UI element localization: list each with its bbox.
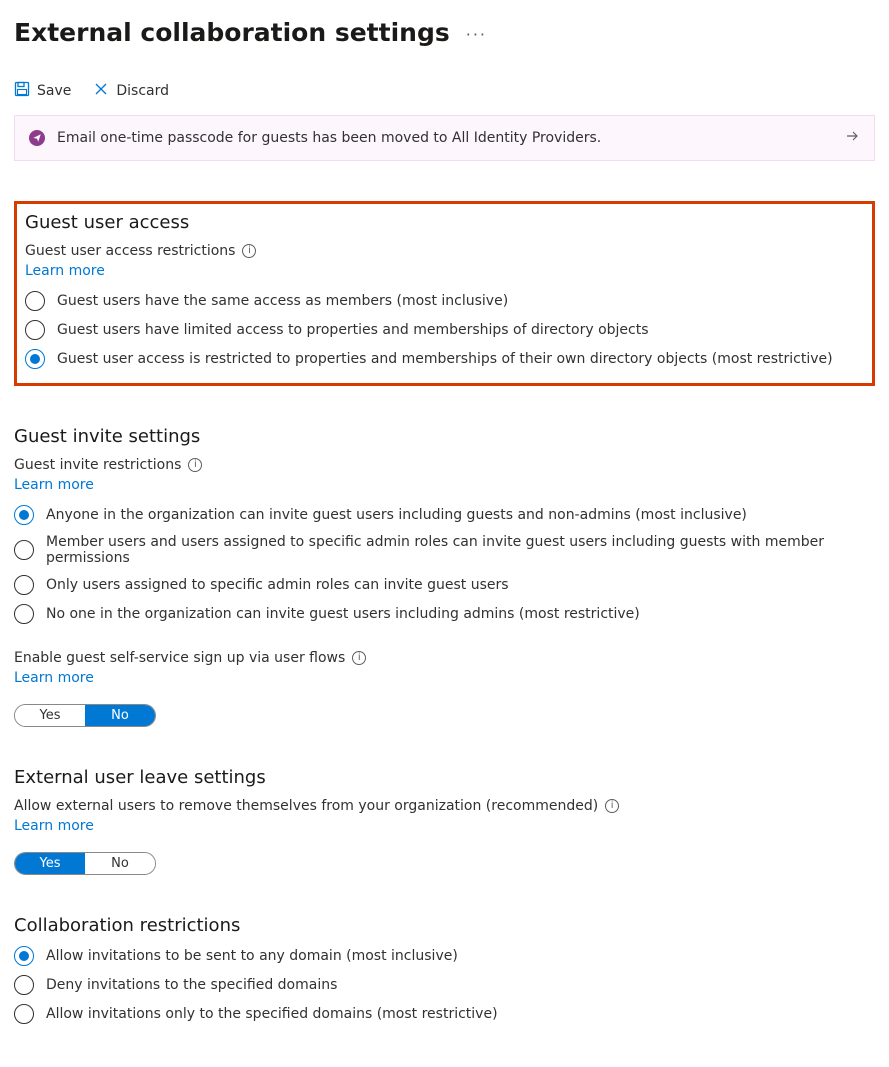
- guest-invite-subheading: Guest invite restrictions: [14, 457, 181, 473]
- guest-access-option[interactable]: Guest user access is restricted to prope…: [25, 349, 864, 369]
- command-bar: Save Discard: [14, 81, 875, 101]
- collab-restrictions-section: Collaboration restrictions Allow invitat…: [14, 915, 875, 1024]
- info-icon[interactable]: i: [352, 651, 366, 665]
- toggle-no[interactable]: No: [85, 705, 155, 726]
- radio-icon: [14, 505, 34, 525]
- radio-icon: [14, 1004, 34, 1024]
- guest-user-access-highlight: Guest user access Guest user access rest…: [14, 201, 875, 386]
- radio-label: No one in the organization can invite gu…: [46, 606, 640, 622]
- radio-icon: [14, 604, 34, 624]
- save-icon: [14, 81, 30, 101]
- discard-button[interactable]: Discard: [93, 81, 169, 101]
- radio-icon: [14, 540, 34, 560]
- arrow-right-icon: [844, 128, 860, 148]
- guest-invite-heading: Guest invite settings: [14, 426, 875, 447]
- send-icon: [29, 130, 45, 146]
- external-leave-subheading: Allow external users to remove themselve…: [14, 798, 598, 814]
- toggle-yes[interactable]: Yes: [15, 705, 85, 726]
- external-leave-section: External user leave settings Allow exter…: [14, 767, 875, 875]
- collab-restrictions-heading: Collaboration restrictions: [14, 915, 875, 936]
- close-icon: [93, 81, 109, 101]
- external-leave-toggle[interactable]: Yes No: [14, 852, 156, 875]
- radio-label: Guest user access is restricted to prope…: [57, 351, 833, 367]
- external-leave-learn-more-link[interactable]: Learn more: [14, 818, 94, 834]
- guest-access-radio-group: Guest users have the same access as memb…: [25, 291, 864, 369]
- radio-label: Guest users have limited access to prope…: [57, 322, 649, 338]
- toggle-no[interactable]: No: [85, 853, 155, 874]
- guest-invite-section: Guest invite settings Guest invite restr…: [14, 426, 875, 727]
- radio-label: Only users assigned to specific admin ro…: [46, 577, 509, 593]
- guest-access-heading: Guest user access: [25, 212, 864, 233]
- banner-text: Email one-time passcode for guests has b…: [57, 130, 832, 146]
- radio-icon: [14, 946, 34, 966]
- self-service-learn-more-link[interactable]: Learn more: [14, 670, 94, 686]
- guest-access-learn-more-link[interactable]: Learn more: [25, 263, 105, 279]
- collab-restrictions-option[interactable]: Deny invitations to the specified domain…: [14, 975, 875, 995]
- radio-icon: [14, 575, 34, 595]
- info-icon[interactable]: i: [605, 799, 619, 813]
- notification-banner[interactable]: Email one-time passcode for guests has b…: [14, 115, 875, 161]
- guest-invite-learn-more-link[interactable]: Learn more: [14, 477, 94, 493]
- radio-label: Guest users have the same access as memb…: [57, 293, 508, 309]
- guest-invite-option[interactable]: Anyone in the organization can invite gu…: [14, 505, 875, 525]
- guest-access-option[interactable]: Guest users have limited access to prope…: [25, 320, 864, 340]
- info-icon[interactable]: i: [242, 244, 256, 258]
- radio-icon: [25, 291, 45, 311]
- radio-icon: [25, 320, 45, 340]
- discard-label: Discard: [116, 83, 169, 99]
- guest-invite-option[interactable]: Only users assigned to specific admin ro…: [14, 575, 875, 595]
- guest-user-access-section: Guest user access Guest user access rest…: [25, 212, 864, 369]
- collab-restrictions-option[interactable]: Allow invitations only to the specified …: [14, 1004, 875, 1024]
- self-service-label: Enable guest self-service sign up via us…: [14, 650, 345, 666]
- radio-label: Allow invitations only to the specified …: [46, 1006, 498, 1022]
- collab-restrictions-radio-group: Allow invitations to be sent to any doma…: [14, 946, 875, 1024]
- info-icon[interactable]: i: [188, 458, 202, 472]
- radio-label: Allow invitations to be sent to any doma…: [46, 948, 458, 964]
- external-leave-heading: External user leave settings: [14, 767, 875, 788]
- guest-invite-option[interactable]: Member users and users assigned to speci…: [14, 534, 875, 566]
- radio-icon: [25, 349, 45, 369]
- guest-invite-option[interactable]: No one in the organization can invite gu…: [14, 604, 875, 624]
- guest-invite-radio-group: Anyone in the organization can invite gu…: [14, 505, 875, 624]
- save-button[interactable]: Save: [14, 81, 71, 101]
- radio-icon: [14, 975, 34, 995]
- save-label: Save: [37, 83, 71, 99]
- guest-access-option[interactable]: Guest users have the same access as memb…: [25, 291, 864, 311]
- radio-label: Member users and users assigned to speci…: [46, 534, 875, 566]
- page-title: External collaboration settings: [14, 18, 450, 47]
- more-menu-icon[interactable]: ···: [466, 27, 487, 43]
- self-service-toggle[interactable]: Yes No: [14, 704, 156, 727]
- collab-restrictions-option[interactable]: Allow invitations to be sent to any doma…: [14, 946, 875, 966]
- guest-access-subheading: Guest user access restrictions: [25, 243, 235, 259]
- radio-label: Anyone in the organization can invite gu…: [46, 507, 747, 523]
- radio-label: Deny invitations to the specified domain…: [46, 977, 337, 993]
- toggle-yes[interactable]: Yes: [15, 853, 85, 874]
